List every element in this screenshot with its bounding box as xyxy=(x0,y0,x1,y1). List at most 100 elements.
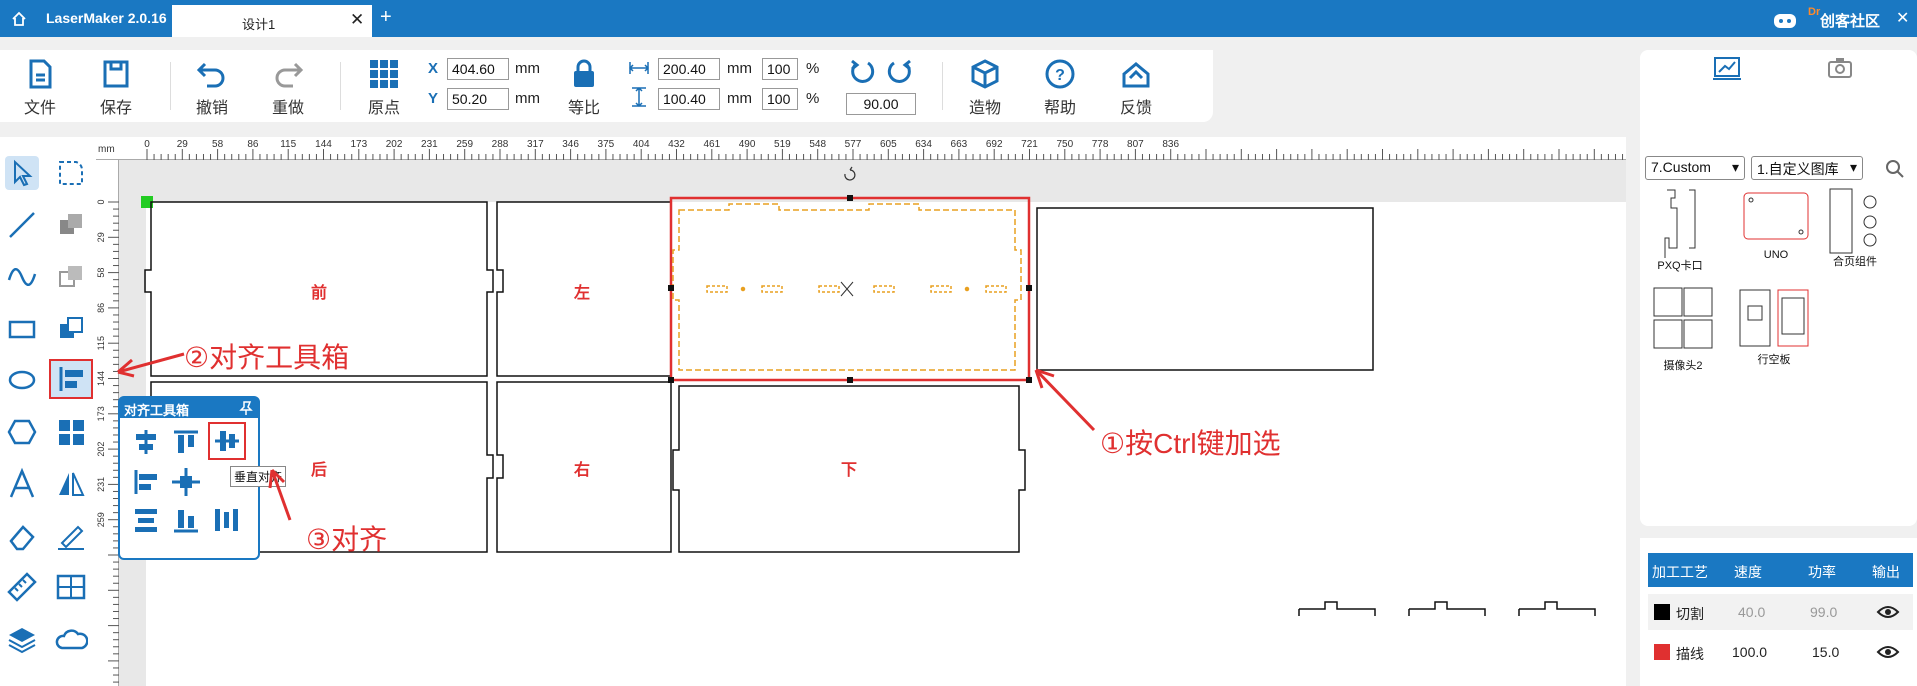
rectangle-tool[interactable] xyxy=(5,312,39,346)
help-icon: ? xyxy=(1045,59,1075,89)
v-ruler-label: 86 xyxy=(96,303,106,313)
align-center-h-button[interactable] xyxy=(130,426,162,458)
union-tool[interactable] xyxy=(54,208,88,242)
lib-item-pxq[interactable]: PXQ卡口 xyxy=(1650,138,1710,273)
width-pct-input[interactable] xyxy=(762,58,798,80)
measure-tool[interactable] xyxy=(5,570,39,604)
align-bottom-button[interactable] xyxy=(170,504,202,536)
process-row-cut[interactable]: 切割 40.0 99.0 xyxy=(1648,594,1913,630)
redo-button[interactable]: 重做 xyxy=(258,58,318,118)
feedback-label: 反馈 xyxy=(1119,100,1152,117)
eye-icon[interactable] xyxy=(1876,644,1900,660)
toolbar-divider xyxy=(340,62,341,110)
handle xyxy=(847,195,853,201)
h-ruler-label: 0 xyxy=(144,139,150,150)
panel-label-left: 左 xyxy=(574,285,591,302)
h-ruler-label: 605 xyxy=(880,139,897,150)
line-tool[interactable] xyxy=(5,208,39,242)
intersect-tool[interactable] xyxy=(54,312,88,346)
pxq-thumb xyxy=(1664,189,1696,258)
eye-icon[interactable] xyxy=(1876,604,1900,620)
design-canvas[interactable]: 前 左 后 右 下 xyxy=(119,160,1626,686)
rotate-cw-icon[interactable] xyxy=(886,58,914,86)
handle xyxy=(668,285,674,291)
camera2-label: 摄像头2 xyxy=(1663,360,1703,372)
y-input[interactable] xyxy=(447,88,509,110)
process-panel: 加工工艺 速度 功率 输出 切割 40.0 99.0 描线 100.0 15.0 xyxy=(1640,538,1917,686)
build-button[interactable]: 造物 xyxy=(955,58,1015,118)
new-tab-button[interactable]: + xyxy=(380,6,392,29)
x-label: X xyxy=(428,60,439,77)
handle xyxy=(1026,377,1032,383)
height-pct-input[interactable] xyxy=(762,88,798,110)
pin-icon[interactable] xyxy=(238,400,254,416)
distribute-v-button[interactable] xyxy=(130,504,162,536)
help-button[interactable]: ? 帮助 xyxy=(1030,58,1090,118)
align-vertical-button[interactable] xyxy=(208,422,246,460)
origin-button[interactable]: 原点 xyxy=(354,58,414,118)
annotation-ctrl-select: ①按Ctrl键加选 xyxy=(1100,428,1281,459)
trace-color-swatch[interactable] xyxy=(1654,644,1670,660)
slot-row xyxy=(706,285,1007,293)
toolbar-divider xyxy=(170,62,171,110)
rotation-input[interactable] xyxy=(846,93,916,115)
eraser-tool[interactable] xyxy=(5,519,39,553)
curve-tool[interactable] xyxy=(5,260,39,294)
cut-color-swatch[interactable] xyxy=(1654,604,1670,620)
sign-tool[interactable] xyxy=(54,519,88,553)
align-left-icon xyxy=(59,367,83,391)
lib-item-uno[interactable]: UNO xyxy=(1736,190,1816,261)
lib-item-hinge[interactable]: 合页组件 xyxy=(1820,186,1890,269)
feedback-button[interactable]: 反馈 xyxy=(1106,58,1166,118)
polygon-tool[interactable] xyxy=(5,415,39,449)
array-tool[interactable] xyxy=(54,415,88,449)
save-icon xyxy=(103,60,129,88)
text-tool[interactable] xyxy=(5,467,39,501)
v-ruler-label: 115 xyxy=(96,336,106,350)
height-input[interactable] xyxy=(658,88,720,110)
distribute-h-button[interactable] xyxy=(210,504,242,536)
align-left-button[interactable] xyxy=(130,466,162,498)
file-button[interactable]: 文件 xyxy=(10,58,70,118)
lock-ratio-button[interactable]: 等比 xyxy=(554,58,614,118)
tab-design1[interactable]: 设计1 ✕ xyxy=(172,5,372,37)
height-unit: mm xyxy=(727,90,752,107)
box-tool[interactable] xyxy=(54,570,88,604)
align-center-button[interactable] xyxy=(170,466,202,498)
tab-close-icon[interactable]: ✕ xyxy=(350,10,364,30)
file-icon xyxy=(29,59,52,89)
rotate-ccw-icon[interactable] xyxy=(848,58,876,86)
window-close-icon[interactable]: ✕ xyxy=(1896,8,1909,28)
help-label: 帮助 xyxy=(1043,100,1076,117)
shape-lib-tool[interactable] xyxy=(54,622,89,656)
save-button[interactable]: 保存 xyxy=(86,58,146,118)
hinge-thumb xyxy=(1829,188,1877,254)
align-tool[interactable] xyxy=(49,359,93,399)
search-icon[interactable] xyxy=(1884,158,1906,180)
library-dropdown[interactable]: 1.自定义图库 ▾ xyxy=(1751,156,1863,180)
align-top-button[interactable] xyxy=(170,426,202,458)
lib-item-unihiker[interactable]: 行空板 xyxy=(1732,284,1816,367)
cloud-shape-icon xyxy=(55,629,89,650)
layers-tool[interactable] xyxy=(5,622,39,656)
subtract-tool[interactable] xyxy=(54,260,88,294)
v-ruler-label: 0 xyxy=(96,199,106,204)
ellipse-tool[interactable] xyxy=(5,363,39,397)
width-input[interactable] xyxy=(658,58,720,80)
home-icon[interactable] xyxy=(10,10,28,28)
lib-item-camera2[interactable]: 摄像头2 xyxy=(1648,284,1718,373)
save-label: 保存 xyxy=(99,100,132,117)
select-tool[interactable] xyxy=(5,156,39,190)
file-label: 文件 xyxy=(23,100,56,117)
cursor-icon xyxy=(14,159,33,187)
mirror-tool[interactable] xyxy=(54,467,88,501)
chart-library-icon[interactable] xyxy=(1713,56,1741,80)
annotation-align: ③对齐 xyxy=(306,524,388,555)
feedback-icon xyxy=(1122,62,1150,88)
process-row-trace[interactable]: 描线 100.0 15.0 xyxy=(1648,634,1913,670)
x-input[interactable] xyxy=(447,58,509,80)
design-shapes xyxy=(141,166,1596,616)
undo-button[interactable]: 撤销 xyxy=(182,58,242,118)
node-tool[interactable] xyxy=(54,156,88,190)
camera-icon[interactable] xyxy=(1826,56,1854,80)
